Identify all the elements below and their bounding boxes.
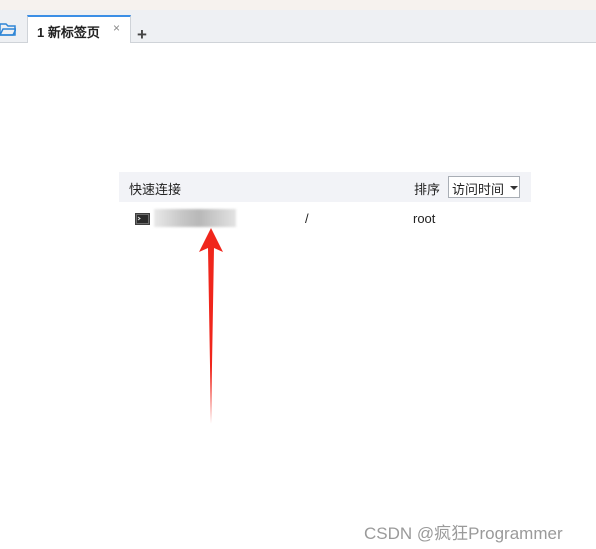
sort-selected-value: 访问时间	[452, 182, 505, 197]
sort-label: 排序	[414, 182, 441, 197]
folder-open-icon[interactable]	[0, 22, 16, 36]
add-tab-button[interactable]: +	[137, 25, 147, 45]
user-cell: root	[413, 211, 436, 226]
tab-label: 1 新标签页	[37, 25, 100, 40]
tab-close-icon[interactable]: ×	[113, 21, 120, 35]
window-top-strip	[0, 0, 596, 10]
path-cell: /	[305, 211, 309, 226]
terminal-icon	[135, 213, 150, 225]
red-arrow-annotation	[199, 228, 223, 424]
sort-select[interactable]: 访问时间	[448, 176, 520, 198]
host-name-redacted	[154, 209, 236, 227]
watermark: CSDN @疯狂Programmer	[364, 524, 563, 543]
tab-new-tab-page[interactable]: 1 新标签页 ×	[27, 15, 131, 43]
quick-connect-row[interactable]: / root	[119, 207, 531, 231]
quick-connect-title: 快速连接	[129, 182, 182, 197]
chevron-down-icon	[510, 186, 518, 190]
quick-connect-header: 快速连接 排序 访问时间	[119, 172, 531, 202]
